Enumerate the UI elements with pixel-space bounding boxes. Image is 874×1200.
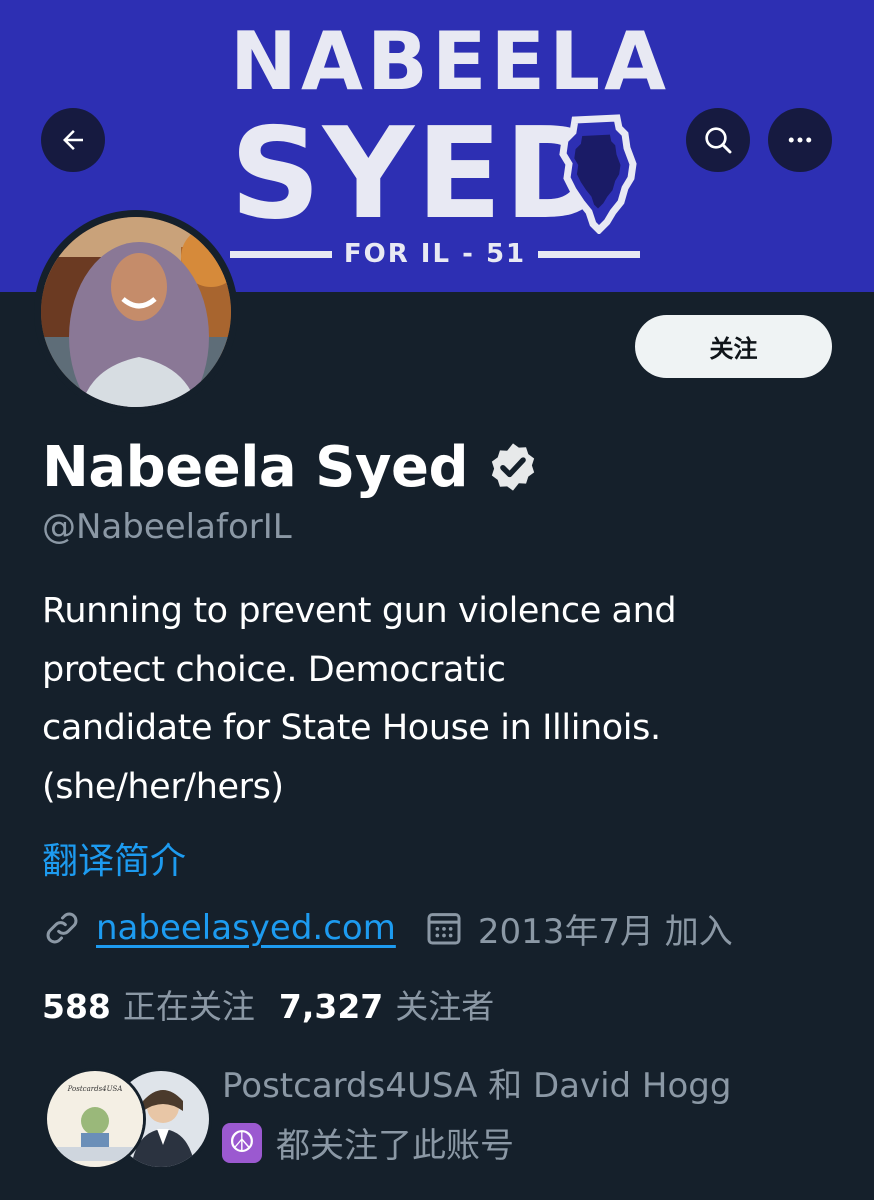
followers-label: 关注者 (395, 987, 495, 1026)
website-link[interactable]: nabeelasyed.com (96, 908, 396, 948)
following-link[interactable]: 588 正在关注 (42, 980, 255, 1028)
profile-name: Nabeela Syed (42, 434, 469, 500)
followed-by-suffix-row: ☮ 都关注了此账号 (222, 1118, 514, 1167)
followers-count: 7,327 (278, 987, 384, 1026)
illinois-state-icon (559, 114, 637, 234)
banner-divider (230, 250, 332, 258)
followed-by-names[interactable]: Postcards4USA 和 David Hogg (222, 1058, 731, 1107)
profile-name-row: Nabeela Syed (42, 432, 540, 502)
arrow-left-icon (63, 130, 83, 150)
banner-last-name: SYED (230, 100, 611, 247)
follow-stats-row: 588 正在关注 7,327 关注者 (42, 978, 494, 1030)
banner-subtitle: FOR IL - 51 (343, 239, 527, 269)
search-icon (705, 127, 732, 154)
followers-link[interactable]: 7,327 关注者 (279, 980, 494, 1028)
more-button[interactable] (768, 108, 832, 172)
back-button[interactable] (41, 108, 105, 172)
followed-by-suffix: 都关注了此账号 (276, 1126, 514, 1166)
banner-divider (538, 250, 641, 258)
avatar-photo (41, 217, 231, 407)
followed-by-avatar: Postcards4USA (44, 1068, 146, 1170)
profile-bio: Running to prevent gun violence and prot… (42, 591, 677, 807)
translate-bio-link[interactable]: 翻译简介 (42, 832, 186, 884)
following-label: 正在关注 (122, 987, 255, 1026)
follow-button[interactable]: 关注 (635, 315, 832, 378)
following-count: 588 (42, 987, 111, 1026)
joined-date: 2013年7月 加入 (477, 911, 733, 952)
profile-meta-row: nabeelasyed.com 2013年7月 加入 (42, 900, 733, 956)
verified-badge-icon[interactable] (486, 440, 540, 494)
followed-by-section[interactable]: Postcards4USA Postcards4USA 和 David Hogg… (42, 1058, 842, 1178)
peace-icon: ☮ (222, 1122, 262, 1163)
link-icon (46, 912, 78, 944)
banner-logo: NABEELA SYED FOR IL - 51 (230, 14, 671, 274)
banner-first-name: NABEELA (230, 15, 671, 108)
more-horizontal-icon (788, 137, 812, 143)
banner-subtitle-row: FOR IL - 51 (230, 234, 641, 274)
mini-avatar-text: Postcards4USA (67, 1085, 123, 1093)
profile-handle: @NabeelaforIL (42, 507, 292, 547)
profile-avatar[interactable] (34, 210, 238, 414)
search-button[interactable] (686, 108, 750, 172)
calendar-icon (427, 913, 461, 945)
